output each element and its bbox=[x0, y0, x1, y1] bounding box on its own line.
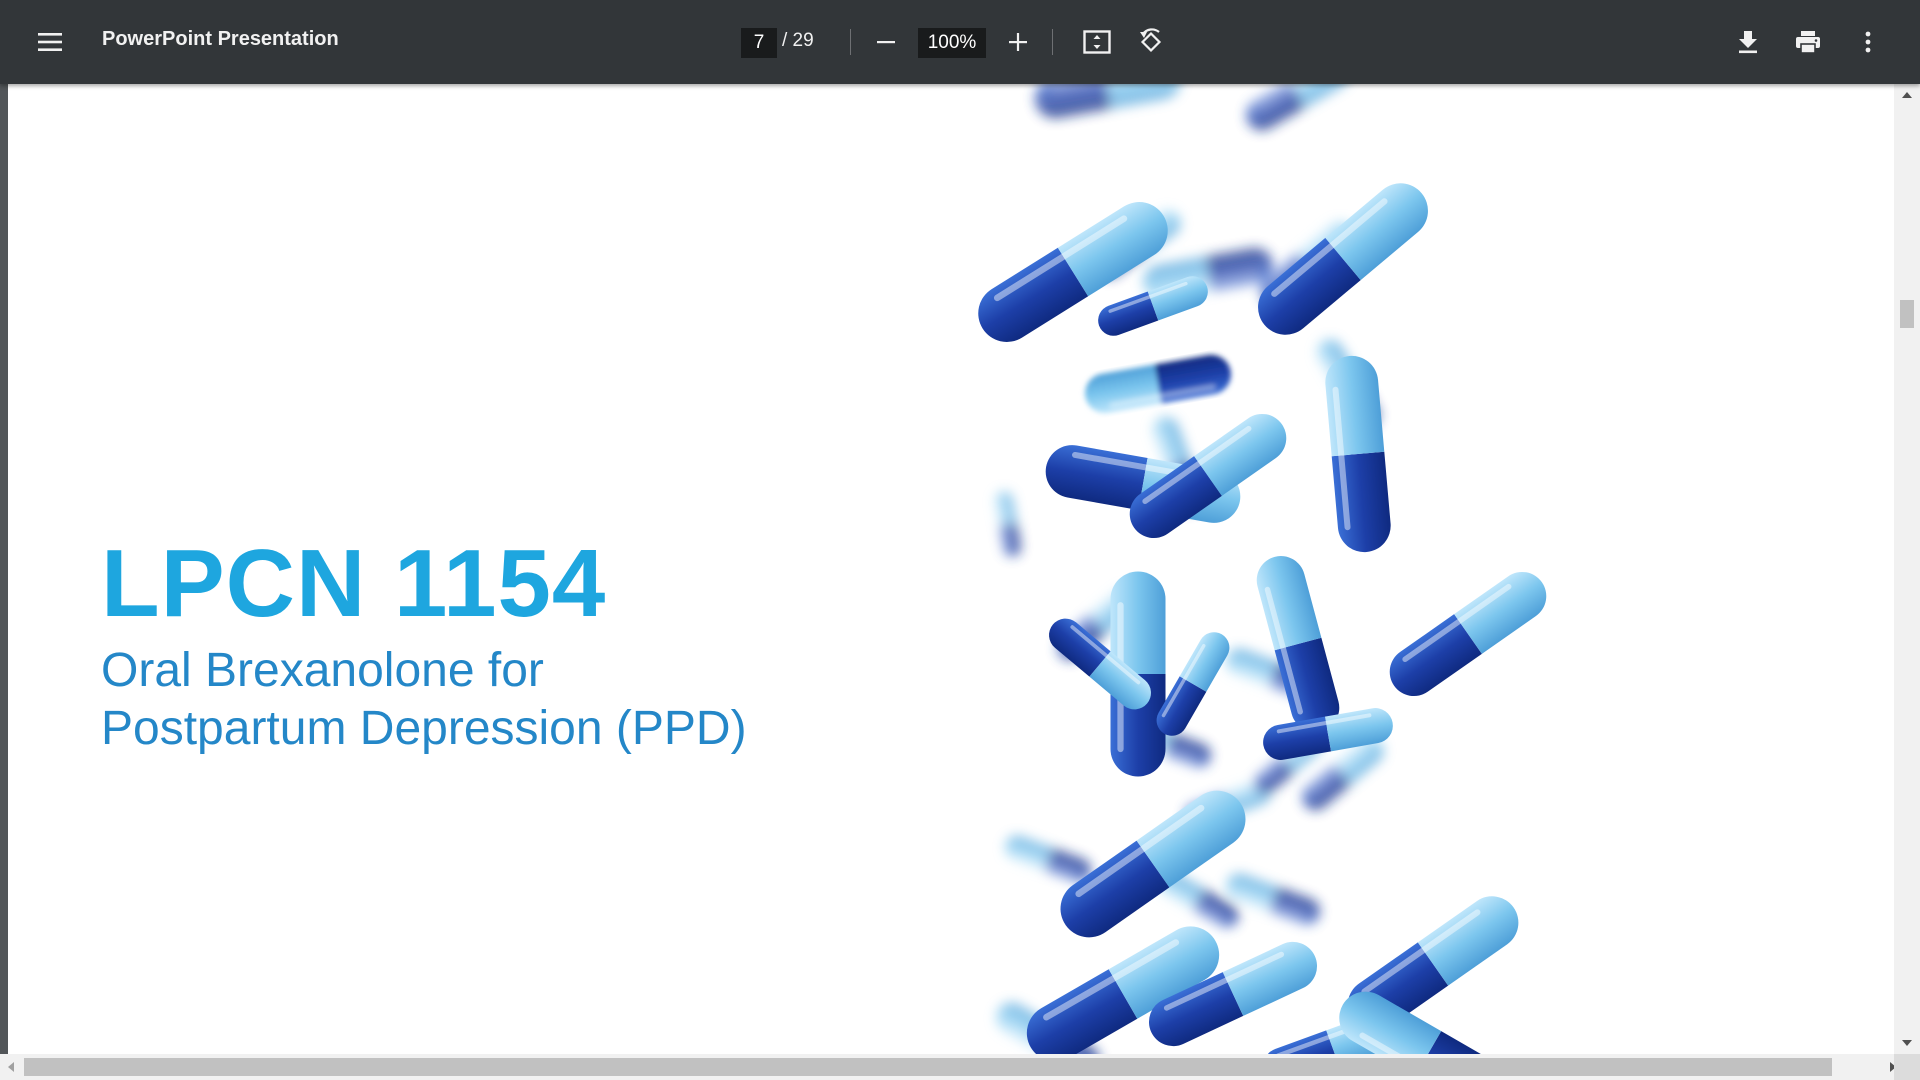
fit-to-page-icon bbox=[1083, 30, 1111, 54]
pdf-viewer[interactable]: LPCN 1154 Oral Brexanolone for Postpartu… bbox=[0, 84, 1920, 1080]
download-icon bbox=[1739, 31, 1757, 54]
fit-to-page-button[interactable] bbox=[1077, 22, 1117, 62]
vertical-scrollbar[interactable] bbox=[1894, 84, 1920, 1054]
subtitle-line-2: Postpartum Depression (PPD) bbox=[101, 702, 747, 755]
print-button[interactable] bbox=[1788, 22, 1828, 62]
horizontal-scroll-thumb[interactable] bbox=[24, 1058, 1832, 1076]
download-button[interactable] bbox=[1728, 22, 1768, 62]
page-total: / 29 bbox=[782, 30, 814, 51]
zoom-level-input[interactable] bbox=[918, 28, 986, 58]
more-options-button[interactable] bbox=[1848, 22, 1888, 62]
more-vertical-icon bbox=[1865, 31, 1871, 53]
toolbar-divider bbox=[1052, 29, 1053, 55]
subtitle-line-1: Oral Brexanolone for bbox=[101, 644, 544, 697]
rotate-button[interactable] bbox=[1131, 22, 1171, 62]
zoom-in-button[interactable] bbox=[998, 22, 1038, 62]
zoom-out-button[interactable] bbox=[866, 22, 906, 62]
pdf-toolbar: PowerPoint Presentation / 29 bbox=[0, 0, 1920, 84]
rotate-counterclockwise-icon bbox=[1140, 28, 1162, 53]
pdf-page: LPCN 1154 Oral Brexanolone for Postpartu… bbox=[8, 84, 1894, 1056]
slide-subtitle: Oral Brexanolone for Postpartum Depressi… bbox=[101, 642, 747, 758]
print-icon bbox=[1796, 31, 1820, 54]
vertical-scroll-thumb[interactable] bbox=[1900, 300, 1914, 328]
horizontal-scrollbar[interactable] bbox=[0, 1054, 1920, 1080]
document-title: PowerPoint Presentation bbox=[102, 28, 339, 50]
hamburger-menu-icon[interactable] bbox=[28, 22, 72, 62]
slide-title: LPCN 1154 bbox=[101, 530, 607, 637]
scroll-left-arrow-icon[interactable] bbox=[8, 1062, 14, 1072]
toolbar-divider bbox=[850, 29, 851, 55]
blue-capsule-pills-image bbox=[968, 84, 1768, 1056]
scroll-down-arrow-icon[interactable] bbox=[1902, 1040, 1912, 1046]
scrollbar-corner bbox=[1894, 1054, 1920, 1080]
plus-icon bbox=[1009, 33, 1027, 51]
scroll-up-arrow-icon[interactable] bbox=[1902, 92, 1912, 98]
page-number-input[interactable] bbox=[741, 28, 777, 58]
minus-icon bbox=[877, 41, 895, 44]
